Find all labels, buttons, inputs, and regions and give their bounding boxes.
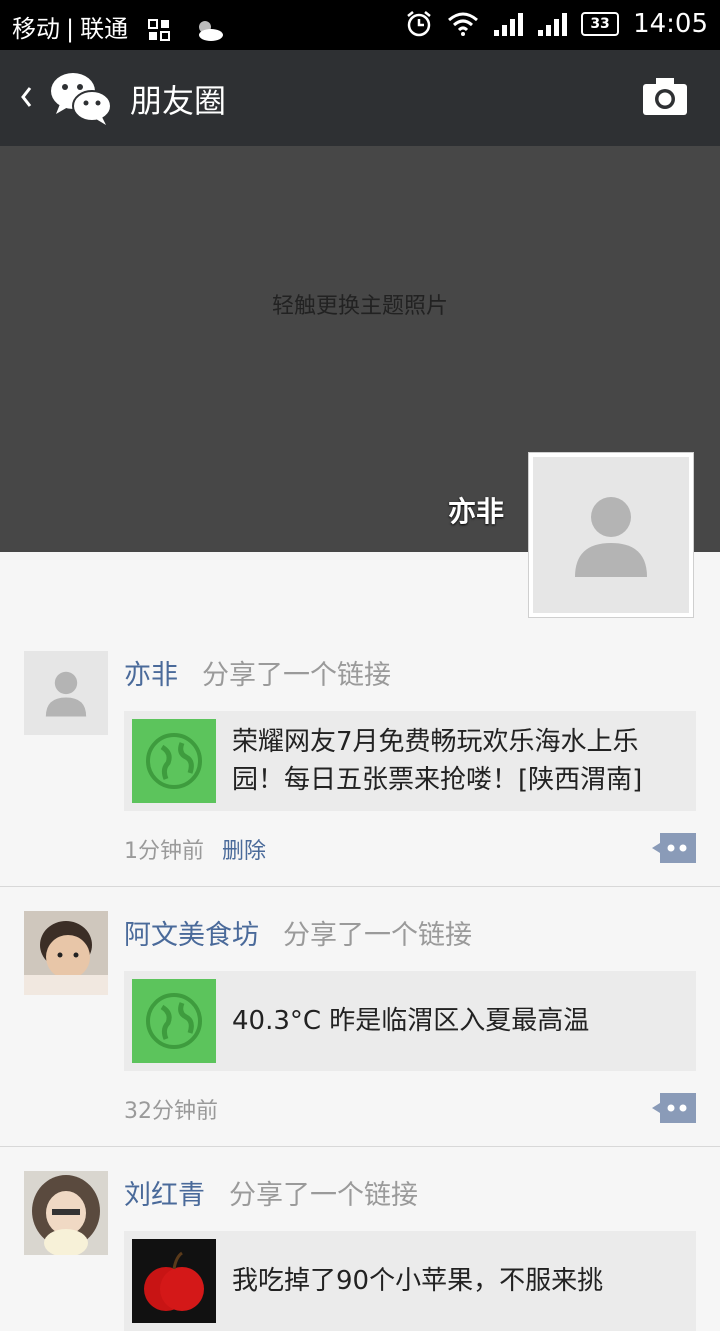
status-left: 移动 | 联通: [12, 9, 225, 44]
post-header: 亦非 分享了一个链接: [124, 653, 391, 692]
cover-avatar[interactable]: [528, 452, 694, 618]
post-action: 分享了一个链接: [229, 1180, 418, 1211]
post-header: 刘红青 分享了一个链接: [124, 1173, 418, 1212]
title-bar: 朋友圈: [0, 50, 720, 146]
camera-icon[interactable]: [642, 76, 688, 120]
signal-icon: [537, 12, 568, 36]
link-card[interactable]: 40.3°C 昨是临渭区入夏最高温: [124, 971, 696, 1071]
person-photo-avatar: [24, 1171, 108, 1255]
post-meta: 1分钟前 删除: [124, 833, 266, 865]
cover-user-name: 亦非: [447, 495, 504, 528]
delete-button[interactable]: 删除: [222, 839, 266, 864]
default-avatar-icon: [45, 671, 87, 717]
comment-icon[interactable]: [652, 833, 696, 867]
wechat-logo-icon[interactable]: [50, 70, 112, 130]
post-action: 分享了一个链接: [283, 920, 472, 951]
back-icon[interactable]: [18, 80, 34, 118]
signal-icon: [493, 12, 524, 36]
clock: 14:05: [633, 9, 708, 39]
wifi-icon: [447, 12, 479, 36]
avatar[interactable]: [24, 911, 108, 995]
post-meta: 32分钟前: [124, 1093, 218, 1125]
status-right: 33 14:05: [405, 9, 708, 39]
alarm-icon: [405, 10, 433, 38]
carrier-2: 联通: [80, 15, 129, 43]
post-action: 分享了一个链接: [202, 660, 391, 691]
link-title: 40.3°C 昨是临渭区入夏最高温: [232, 1006, 590, 1036]
avatar[interactable]: [24, 1171, 108, 1255]
page-title: 朋友圈: [130, 82, 227, 120]
link-card[interactable]: 我吃掉了90个小苹果，不服来挑: [124, 1231, 696, 1331]
comment-icon[interactable]: [652, 1093, 696, 1127]
status-bar: 移动 | 联通 33 14:05: [0, 0, 720, 50]
feed-item: 阿文美食坊 分享了一个链接 40.3°C 昨是临渭区入夏最高温 32分钟前: [0, 911, 720, 1147]
globe-icon: [132, 979, 216, 1063]
post-time: 1分钟前: [124, 839, 204, 864]
battery-icon: 33: [581, 12, 620, 36]
apple-icon: [132, 1239, 216, 1323]
feed-item: 刘红青 分享了一个链接 我吃掉了90个小苹果，不服来挑: [0, 1171, 720, 1331]
feed-item: 亦非 分享了一个链接 荣耀网友7月免费畅玩欢乐海水上乐园！每日五张票来抢喽！[陕西…: [0, 651, 720, 887]
post-header: 阿文美食坊 分享了一个链接: [124, 913, 472, 952]
user-name[interactable]: 阿文美食坊: [124, 920, 259, 951]
default-avatar-icon: [575, 497, 647, 577]
link-title: 我吃掉了90个小苹果，不服来挑: [232, 1266, 604, 1296]
user-name[interactable]: 亦非: [124, 660, 178, 691]
grid-icon: [147, 19, 170, 41]
carrier-divider: |: [66, 15, 75, 43]
link-card[interactable]: 荣耀网友7月免费畅玩欢乐海水上乐园！每日五张票来抢喽！[陕西渭南]: [124, 711, 696, 811]
carrier-1: 移动: [12, 15, 60, 43]
globe-icon: [132, 719, 216, 803]
post-time: 32分钟前: [124, 1099, 218, 1124]
cloudy-moon-icon: [193, 18, 225, 42]
user-name[interactable]: 刘红青: [124, 1180, 205, 1211]
avatar[interactable]: [24, 651, 108, 735]
child-photo-avatar: [24, 911, 108, 995]
link-title: 荣耀网友7月免费畅玩欢乐海水上乐园！每日五张票来抢喽！[陕西渭南]: [232, 727, 643, 795]
cover-hint: 轻触更换主题照片: [271, 294, 448, 319]
